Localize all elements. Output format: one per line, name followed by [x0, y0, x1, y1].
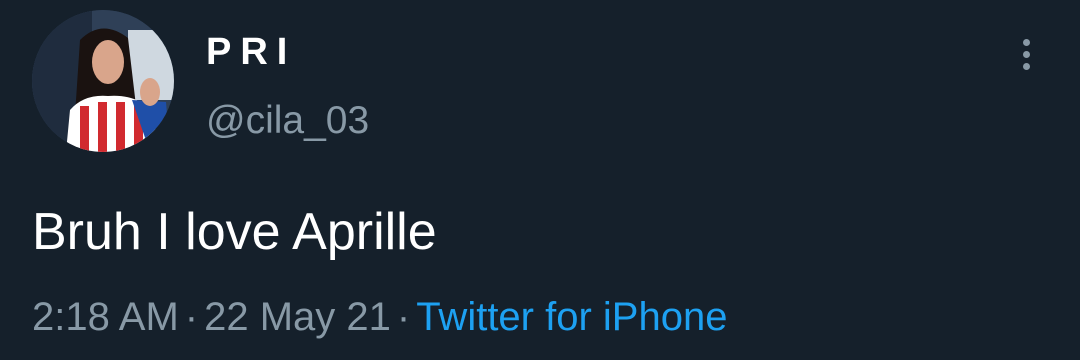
tweet-text: Bruh I love Aprille — [32, 203, 437, 261]
tweet-time[interactable]: 2:18 AM — [32, 295, 179, 339]
tweet-source-link[interactable]: Twitter for iPhone — [416, 295, 727, 339]
avatar[interactable] — [32, 10, 174, 152]
tweet-meta: 2:18 AM · 22 May 21 · Twitter for iPhone — [32, 292, 727, 342]
separator: · — [184, 295, 199, 339]
tweet-detail: PRI @cila_03 Bruh I love Aprille 2:18 AM… — [0, 0, 1080, 360]
separator: · — [396, 295, 411, 339]
avatar-photo — [32, 10, 174, 152]
more-vertical-icon — [1023, 39, 1030, 46]
more-options-button[interactable] — [1008, 32, 1044, 76]
tweet-date[interactable]: 22 May 21 — [204, 295, 391, 339]
display-name[interactable]: PRI — [206, 30, 296, 74]
user-handle[interactable]: @cila_03 — [206, 98, 369, 144]
